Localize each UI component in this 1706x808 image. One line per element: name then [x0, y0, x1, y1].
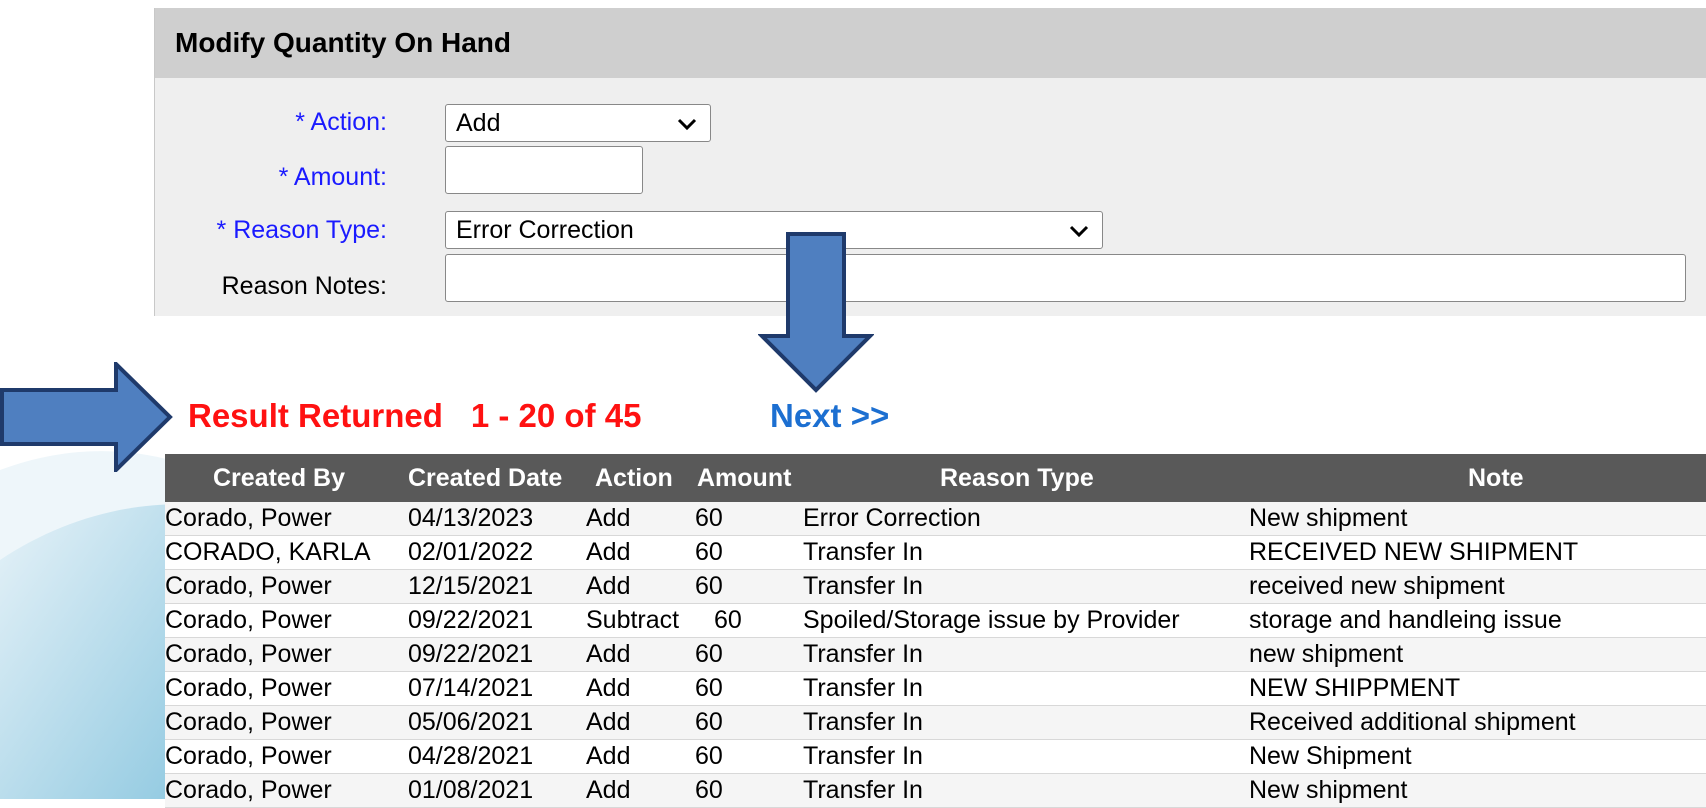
cell-reason-type: Transfer In	[803, 708, 923, 736]
cell-action: Add	[586, 776, 631, 804]
reason-notes-input[interactable]	[445, 254, 1686, 302]
cell-reason-type: Transfer In	[803, 572, 923, 600]
cell-action: Add	[586, 572, 631, 600]
cell-created-date: 04/13/2023	[408, 504, 534, 532]
cell-amount: 60	[695, 538, 723, 566]
header-created-date[interactable]: Created Date	[408, 454, 562, 502]
cell-action: Add	[586, 640, 631, 668]
cell-created-by: Corado, Power	[165, 606, 332, 634]
amount-label: * Amount:	[278, 163, 387, 191]
cell-action: Add	[586, 538, 631, 566]
cell-note: received new shipment	[1249, 572, 1505, 600]
action-label: * Action:	[295, 108, 387, 136]
cell-created-by: Corado, Power	[165, 674, 332, 702]
table-row: Corado, Power 01/08/2021 Add 60 Transfer…	[165, 774, 1706, 808]
cell-created-date: 09/22/2021	[408, 640, 534, 668]
table-header: Created By Created Date Action Amount Re…	[165, 454, 1706, 502]
down-arrow-annotation	[758, 232, 874, 393]
cell-created-by: Corado, Power	[165, 640, 332, 668]
cell-created-date: 07/14/2021	[408, 674, 534, 702]
cell-amount: 60	[695, 572, 723, 600]
table-row: Corado, Power 07/14/2021 Add 60 Transfer…	[165, 672, 1706, 706]
reason-type-select-value: Error Correction	[456, 216, 634, 244]
cell-note: NEW SHIPPMENT	[1249, 674, 1461, 702]
cell-reason-type: Error Correction	[803, 504, 981, 532]
result-range: 1 - 20 of 45	[470, 397, 642, 434]
cell-created-date: 12/15/2021	[408, 572, 534, 600]
amount-input[interactable]	[445, 146, 643, 194]
cell-action: Add	[586, 708, 631, 736]
cell-reason-type: Spoiled/Storage issue by Provider	[803, 606, 1180, 634]
action-select-value: Add	[456, 109, 501, 137]
cell-reason-type: Transfer In	[803, 538, 923, 566]
cell-reason-type: Transfer In	[803, 674, 923, 702]
cell-amount: 60	[695, 674, 723, 702]
cell-created-date: 04/28/2021	[408, 742, 534, 770]
table-row: Corado, Power 05/06/2021 Add 60 Transfer…	[165, 706, 1706, 740]
cell-created-by: Corado, Power	[165, 572, 332, 600]
cell-created-date: 01/08/2021	[408, 776, 534, 804]
right-arrow-annotation	[0, 362, 173, 472]
cell-amount: 60	[695, 776, 723, 804]
cell-amount: 60	[695, 640, 723, 668]
cell-amount: 60	[695, 742, 723, 770]
cell-created-date: 05/06/2021	[408, 708, 534, 736]
cell-action: Add	[586, 742, 631, 770]
header-created-by[interactable]: Created By	[213, 454, 345, 502]
cell-amount: 60	[695, 708, 723, 736]
cell-amount: 60	[695, 504, 723, 532]
chevron-down-icon	[677, 118, 697, 131]
header-note[interactable]: Note	[1468, 454, 1524, 502]
cell-created-by: Corado, Power	[165, 708, 332, 736]
header-action[interactable]: Action	[595, 454, 673, 502]
cell-note: Received additional shipment	[1249, 708, 1576, 736]
cell-action: Add	[586, 504, 631, 532]
table-row: CORADO, KARLA 02/01/2022 Add 60 Transfer…	[165, 536, 1706, 570]
header-reason-type[interactable]: Reason Type	[940, 454, 1094, 502]
cell-created-by: Corado, Power	[165, 504, 332, 532]
cell-reason-type: Transfer In	[803, 776, 923, 804]
cell-note: New shipment	[1249, 776, 1408, 804]
cell-note: RECEIVED NEW SHIPMENT	[1249, 538, 1579, 566]
cell-created-date: 02/01/2022	[408, 538, 534, 566]
cell-action: Subtract	[586, 606, 680, 634]
table-row: Corado, Power 12/15/2021 Add 60 Transfer…	[165, 570, 1706, 604]
table-row: Corado, Power 09/22/2021 Add 60 Transfer…	[165, 638, 1706, 672]
table-row: Corado, Power 04/13/2023 Add 60 Error Co…	[165, 502, 1706, 536]
reason-notes-label: Reason Notes:	[221, 272, 387, 300]
table-row: Corado, Power 09/22/2021 Subtract 60 Spo…	[165, 604, 1706, 638]
cell-note: storage and handleing issue	[1249, 606, 1562, 634]
cell-note: New shipment	[1249, 504, 1408, 532]
cell-reason-type: Transfer In	[803, 640, 923, 668]
cell-amount: 60	[714, 606, 742, 634]
cell-note: new shipment	[1249, 640, 1404, 668]
next-page-link[interactable]: Next >>	[770, 397, 889, 435]
action-select[interactable]: Add	[445, 104, 711, 142]
chevron-down-icon	[1069, 225, 1089, 238]
cell-note: New Shipment	[1249, 742, 1412, 770]
cell-created-by: Corado, Power	[165, 742, 332, 770]
cell-reason-type: Transfer In	[803, 742, 923, 770]
reason-type-label: * Reason Type:	[216, 216, 387, 244]
result-summary: Result Returned 1 - 20 of 45	[188, 397, 641, 435]
cell-created-date: 09/22/2021	[408, 606, 534, 634]
cell-action: Add	[586, 674, 631, 702]
result-label: Result Returned	[188, 397, 443, 434]
results-table: Created By Created Date Action Amount Re…	[165, 454, 1706, 808]
panel-title: Modify Quantity On Hand	[155, 8, 1706, 78]
table-body: Corado, Power 04/13/2023 Add 60 Error Co…	[165, 502, 1706, 808]
modify-quantity-panel: Modify Quantity On Hand * Action: Add * …	[154, 8, 1706, 316]
cell-created-by: CORADO, KARLA	[165, 538, 371, 566]
cell-created-by: Corado, Power	[165, 776, 332, 804]
header-amount[interactable]: Amount	[697, 454, 791, 502]
table-row: Corado, Power 04/28/2021 Add 60 Transfer…	[165, 740, 1706, 774]
